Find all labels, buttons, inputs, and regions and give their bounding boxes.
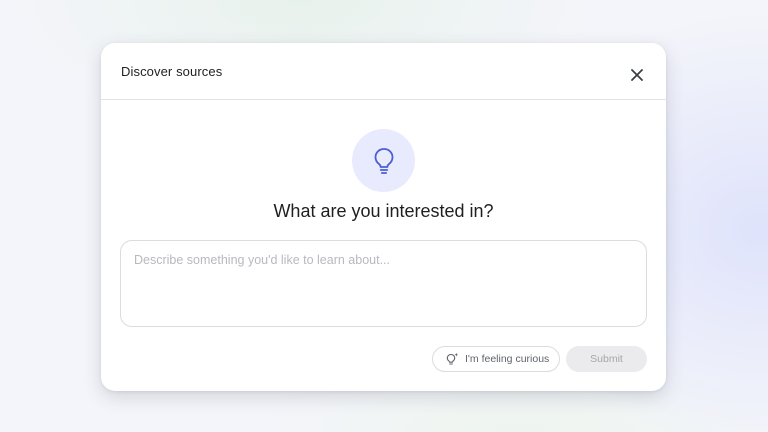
dialog-header: Discover sources <box>101 43 666 100</box>
close-button[interactable] <box>624 62 650 88</box>
dialog-title: Discover sources <box>121 64 223 79</box>
sparkle-lightbulb-icon <box>445 352 459 366</box>
close-icon[interactable] <box>630 68 644 82</box>
hero-icon-circle <box>352 129 415 192</box>
submit-button[interactable]: Submit <box>566 346 647 372</box>
interest-input[interactable] <box>120 240 647 327</box>
feeling-curious-label: I'm feeling curious <box>465 353 550 365</box>
feeling-curious-button[interactable]: I'm feeling curious <box>432 346 560 372</box>
lightbulb-icon <box>374 147 393 174</box>
discover-sources-dialog: Discover sources What are you interested… <box>101 43 666 391</box>
question-heading: What are you interested in? <box>273 201 494 221</box>
